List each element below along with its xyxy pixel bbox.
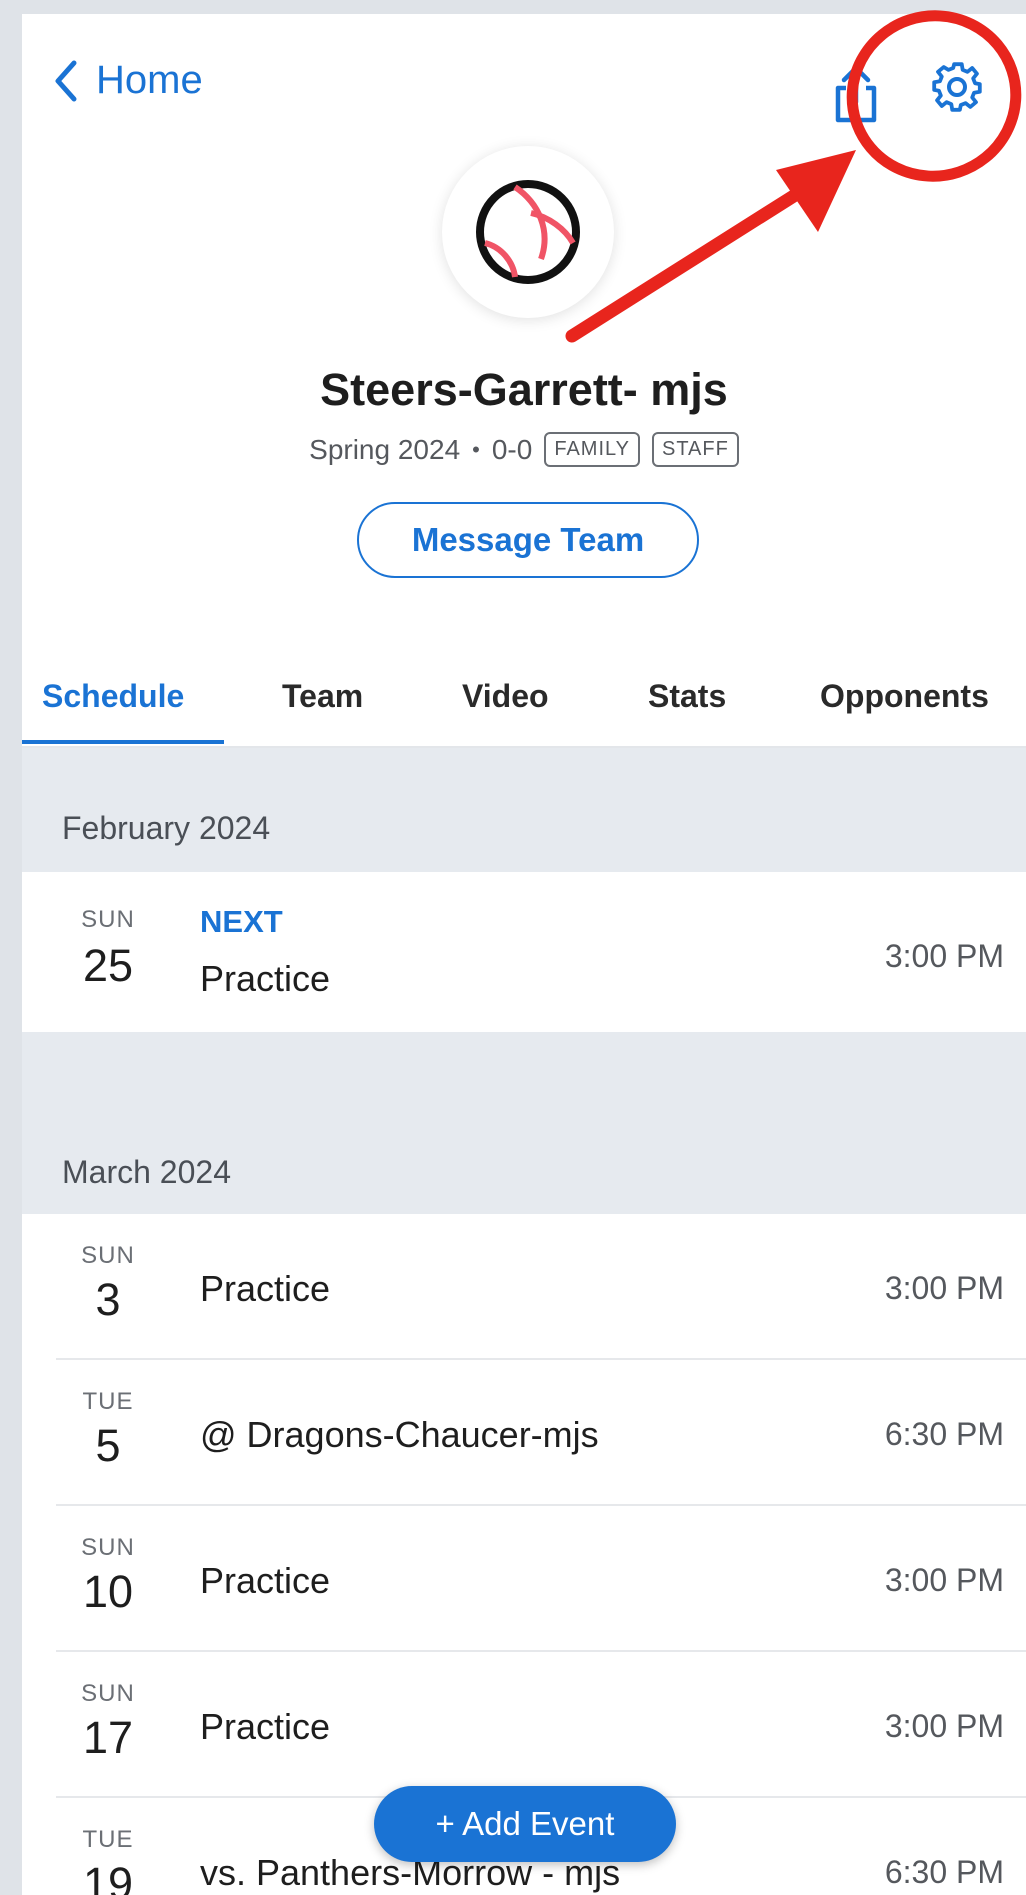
event-time: 3:00 PM <box>884 938 1004 974</box>
gear-icon[interactable] <box>928 58 986 116</box>
event-time: 3:00 PM <box>884 1708 1004 1744</box>
event-title: Practice <box>200 1706 331 1747</box>
event-day: TUE <box>82 1388 134 1415</box>
month-header: March 2024 <box>22 1032 1026 1214</box>
event-time: 6:30 PM <box>884 1416 1004 1452</box>
add-event-button[interactable]: + Add Event <box>374 1786 676 1862</box>
event-time: 6:30 PM <box>884 1854 1004 1890</box>
month-label: March 2024 <box>62 1154 231 1190</box>
event-day: TUE <box>82 1826 134 1853</box>
back-label: Home <box>96 58 203 102</box>
event-title: Practice <box>200 958 331 999</box>
tab-bar: Schedule Team Video Stats Opponents <box>22 654 1026 748</box>
event-day: SUN <box>81 906 135 933</box>
event-date: 5 <box>95 1420 121 1471</box>
tab-team[interactable]: Team <box>282 678 363 715</box>
tab-stats[interactable]: Stats <box>648 678 726 715</box>
staff-badge: STAFF <box>651 432 739 467</box>
app-screen: Home Steers-Garrett- mjs Spring 2024 • 0… <box>22 14 1026 1895</box>
family-badge: FAMILY <box>544 432 640 467</box>
event-row[interactable]: SUN 25 NEXT Practice 3:00 PM <box>22 872 1026 1032</box>
team-name: Steers-Garrett- mjs <box>320 364 728 415</box>
event-date: 10 <box>82 1566 134 1617</box>
tab-video[interactable]: Video <box>462 678 549 715</box>
event-title: @ Dragons-Chaucer-mjs <box>200 1414 599 1455</box>
back-button[interactable]: Home <box>50 58 203 103</box>
next-badge: NEXT <box>200 904 283 939</box>
tab-schedule[interactable]: Schedule <box>42 678 184 715</box>
event-row[interactable]: SUN 3 Practice 3:00 PM <box>22 1214 1026 1360</box>
separator-dot: • <box>472 436 480 462</box>
tab-opponents[interactable]: Opponents <box>820 678 989 715</box>
event-title: Practice <box>200 1268 331 1309</box>
share-icon[interactable] <box>828 62 884 124</box>
event-row[interactable]: SUN 17 Practice 3:00 PM <box>22 1652 1026 1798</box>
event-day: SUN <box>81 1534 135 1561</box>
event-row[interactable]: SUN 10 Practice 3:00 PM <box>22 1506 1026 1652</box>
chevron-left-icon <box>55 60 77 101</box>
event-time: 3:00 PM <box>884 1562 1004 1598</box>
season-label: Spring 2024 <box>309 433 461 465</box>
event-day: SUN <box>81 1242 135 1269</box>
baseball-icon <box>476 180 580 284</box>
event-time: 3:00 PM <box>884 1270 1004 1306</box>
message-team-button[interactable]: Message Team <box>357 502 699 578</box>
month-header: February 2024 <box>22 748 1026 872</box>
month-label: February 2024 <box>62 810 271 846</box>
active-tab-indicator <box>22 740 224 744</box>
event-day: SUN <box>81 1680 135 1707</box>
event-date: 17 <box>82 1712 134 1763</box>
team-subline: Spring 2024 • 0-0 FAMILY STAFF <box>22 432 1026 467</box>
event-date: 19 <box>82 1858 134 1895</box>
event-date: 25 <box>82 940 134 991</box>
team-avatar <box>442 146 614 318</box>
event-title: Practice <box>200 1560 331 1601</box>
record-label: 0-0 <box>491 433 533 465</box>
event-date: 3 <box>95 1274 121 1325</box>
event-row[interactable]: TUE 5 @ Dragons-Chaucer-mjs 6:30 PM <box>22 1360 1026 1506</box>
